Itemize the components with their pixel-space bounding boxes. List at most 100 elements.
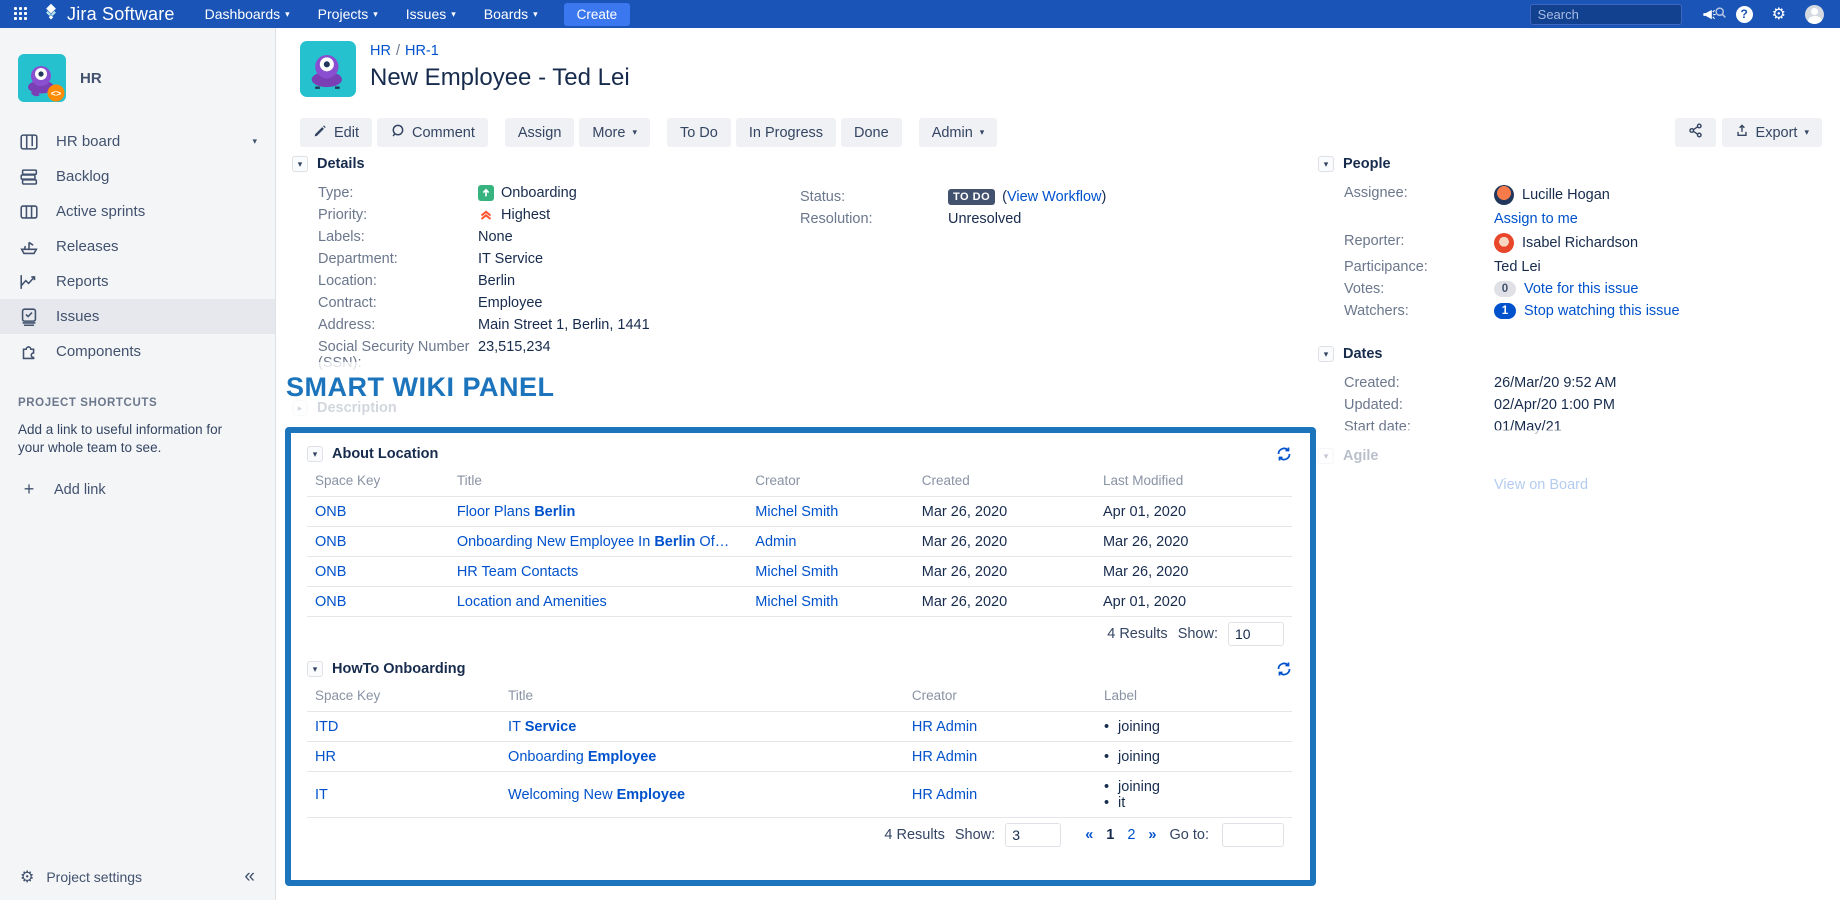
page-title-link[interactable]: Onboarding Employee: [508, 749, 656, 765]
contract-label: Contract:: [318, 292, 478, 314]
export-icon: [1735, 123, 1749, 142]
people-section: ▾ People Assignee: Lucille Hogan Assign …: [1318, 156, 1798, 322]
issues-icon: [18, 306, 40, 328]
first-page-icon[interactable]: «: [1085, 827, 1093, 843]
breadcrumb-project-link[interactable]: HR: [370, 43, 391, 59]
show-count-input[interactable]: [1228, 622, 1284, 646]
reporter-name: Isabel Richardson: [1522, 235, 1638, 251]
gear-icon: ⚙: [20, 867, 34, 887]
space-key-link[interactable]: ITD: [315, 719, 338, 735]
sidebar-item-hr-board[interactable]: HR board ▾: [0, 124, 275, 159]
about-location-heading: About Location: [332, 446, 438, 462]
comment-bubble-icon: [390, 123, 405, 142]
votes-label: Votes:: [1344, 278, 1494, 300]
add-link-button[interactable]: + Add link: [18, 479, 257, 500]
share-button[interactable]: [1675, 118, 1716, 147]
howto-heading: HowTo Onboarding: [332, 661, 465, 677]
label-value: joining: [1118, 749, 1160, 765]
sidebar-item-backlog[interactable]: Backlog: [0, 159, 275, 194]
menu-dashboards[interactable]: Dashboards▾: [205, 6, 290, 22]
collapse-dates-icon[interactable]: ▾: [1318, 346, 1334, 362]
about-location-results: 4 Results Show:: [307, 616, 1292, 650]
issue-toolbar: Edit Comment Assign More ▾ To Do In Prog…: [300, 118, 997, 147]
view-workflow-link[interactable]: View Workflow: [1007, 189, 1102, 205]
created-label: Created:: [1344, 372, 1494, 394]
participance-value: Ted Lei: [1494, 256, 1798, 278]
settings-gear-icon[interactable]: ⚙: [1772, 4, 1786, 24]
creator-link[interactable]: Michel Smith: [755, 564, 838, 580]
project-settings-link[interactable]: Project settings: [46, 869, 142, 885]
creator-link[interactable]: Michel Smith: [755, 504, 838, 520]
creator-link[interactable]: Admin: [755, 534, 796, 550]
refresh-icon[interactable]: [1276, 661, 1292, 677]
reporter-label: Reporter:: [1344, 230, 1494, 256]
jira-logo[interactable]: Jira Software: [42, 3, 175, 25]
collapse-howto-icon[interactable]: ▾: [307, 661, 323, 677]
collapse-sidebar-icon[interactable]: «: [244, 866, 255, 888]
sidebar-item-active-sprints[interactable]: Active sprints: [0, 194, 275, 229]
announcements-icon[interactable]: [1701, 7, 1717, 22]
col-space-key: Space Key: [307, 471, 449, 497]
sidebar-item-components[interactable]: Components: [0, 334, 275, 369]
space-key-link[interactable]: IT: [315, 787, 328, 803]
menu-boards[interactable]: Boards▾: [484, 6, 538, 22]
goto-page-input[interactable]: [1222, 823, 1284, 847]
search-input[interactable]: [1538, 7, 1714, 22]
sidebar-item-issues[interactable]: Issues: [0, 299, 275, 334]
sidebar-item-releases[interactable]: Releases: [0, 229, 275, 264]
last-page-icon[interactable]: »: [1148, 827, 1156, 843]
search-box[interactable]: [1530, 4, 1682, 25]
workflow-done-button[interactable]: Done: [841, 118, 902, 147]
assignee-name: Lucille Hogan: [1522, 187, 1610, 203]
page-title-link[interactable]: Floor Plans Berlin: [457, 504, 575, 520]
space-key-link[interactable]: ONB: [315, 534, 346, 550]
workflow-inprogress-button[interactable]: In Progress: [736, 118, 836, 147]
admin-button[interactable]: Admin ▾: [919, 118, 998, 147]
refresh-icon[interactable]: [1276, 446, 1292, 462]
page-title-link[interactable]: HR Team Contacts: [457, 564, 578, 580]
pagination: « 1 2 » Go to:: [1085, 823, 1284, 847]
collapse-people-icon[interactable]: ▾: [1318, 156, 1334, 172]
updated-label: Updated:: [1344, 394, 1494, 416]
assign-to-me-link[interactable]: Assign to me: [1494, 211, 1578, 227]
edit-button[interactable]: Edit: [300, 118, 372, 147]
page-2-link[interactable]: 2: [1127, 827, 1135, 843]
create-button[interactable]: Create: [564, 3, 631, 26]
export-button[interactable]: Export ▾: [1722, 118, 1822, 147]
pencil-icon: [313, 124, 327, 142]
space-key-link[interactable]: HR: [315, 749, 336, 765]
menu-issues[interactable]: Issues▾: [406, 6, 456, 22]
stop-watching-link[interactable]: Stop watching this issue: [1524, 303, 1680, 319]
workflow-todo-button[interactable]: To Do: [667, 118, 731, 147]
collapse-about-location-icon[interactable]: ▾: [307, 446, 323, 462]
creator-link[interactable]: HR Admin: [912, 749, 977, 765]
page-title-link[interactable]: Welcoming New Employee: [508, 787, 685, 803]
creator-link[interactable]: Michel Smith: [755, 594, 838, 610]
page-title-link[interactable]: IT Service: [508, 719, 576, 735]
space-key-link[interactable]: ONB: [315, 594, 346, 610]
page-title-link[interactable]: Onboarding New Employee In Berlin Of…: [457, 534, 729, 550]
help-icon[interactable]: ?: [1736, 6, 1753, 23]
space-key-link[interactable]: ONB: [315, 564, 346, 580]
page-title-link[interactable]: Location and Amenities: [457, 594, 607, 610]
menu-projects[interactable]: Projects▾: [318, 6, 378, 22]
chevron-down-icon: ▾: [533, 10, 538, 19]
comment-button[interactable]: Comment: [377, 118, 488, 147]
app-switcher-icon[interactable]: [14, 7, 28, 21]
labels-value: None: [478, 226, 772, 248]
sidebar-item-reports[interactable]: Reports: [0, 264, 275, 299]
assignee-avatar: [1494, 185, 1514, 205]
creator-link[interactable]: HR Admin: [912, 787, 977, 803]
more-button[interactable]: More ▾: [579, 118, 650, 147]
smart-wiki-panel: ▾ About Location Space Key Title Creator…: [285, 427, 1316, 886]
assignee-label: Assignee:: [1344, 182, 1494, 208]
breadcrumb-issue-link[interactable]: HR-1: [405, 43, 439, 59]
collapse-details-icon[interactable]: ▾: [292, 156, 308, 172]
creator-link[interactable]: HR Admin: [912, 719, 977, 735]
vote-link[interactable]: Vote for this issue: [1524, 281, 1638, 297]
assign-button[interactable]: Assign: [505, 118, 575, 147]
space-key-link[interactable]: ONB: [315, 504, 346, 520]
user-avatar[interactable]: [1805, 5, 1824, 24]
chevron-down-icon[interactable]: ▾: [252, 137, 257, 146]
show-count-input[interactable]: [1005, 823, 1061, 847]
